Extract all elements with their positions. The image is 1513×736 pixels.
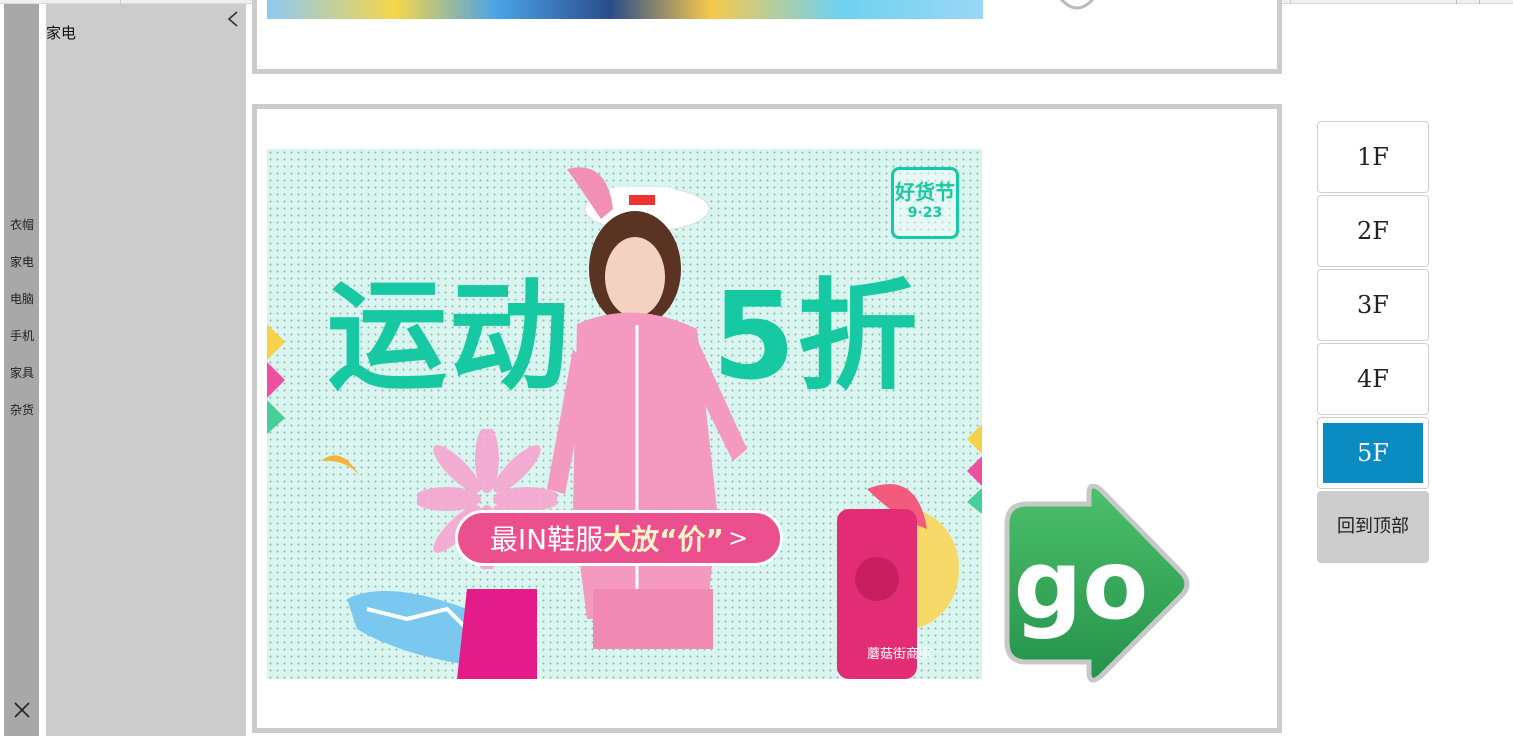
- floor-section-5: 运动 5折 好货节 9·23 最IN鞋服 大放“价” > 蘑菇街商家 go: [252, 104, 1282, 733]
- floor-button-4f[interactable]: 4F: [1317, 343, 1429, 415]
- banner-headline-left: 运动: [327, 268, 571, 407]
- category-sidebar: 衣帽 家电 电脑 手机 家具 杂货: [4, 4, 39, 736]
- floor-banner-image[interactable]: [267, 0, 983, 19]
- category-panel: 家电: [46, 4, 246, 736]
- sidebar-item-groceries[interactable]: 杂货: [10, 401, 34, 418]
- promo-text: 最IN鞋服: [489, 523, 604, 556]
- floor-nav: 1F 2F 3F 4F 5F 回到顶部: [1317, 121, 1429, 563]
- festival-badge: 好货节 9·23: [891, 167, 959, 239]
- badge-title: 好货节: [895, 180, 955, 204]
- tab-divider: [1290, 0, 1291, 4]
- floor-banner-image[interactable]: 运动 5折 好货节 9·23 最IN鞋服 大放“价” > 蘑菇街商家: [267, 149, 982, 679]
- model-figure: [547, 167, 747, 649]
- sidebar-item-clothing[interactable]: 衣帽: [10, 216, 34, 233]
- panel-title: 家电: [46, 24, 77, 42]
- sidebar-item-furniture[interactable]: 家具: [10, 364, 34, 381]
- chevron-right-icon: >: [727, 524, 749, 552]
- floor-button-5f-label: 5F: [1323, 423, 1423, 483]
- close-icon[interactable]: [12, 700, 32, 720]
- go-arrow-icon[interactable]: go: [997, 484, 1193, 684]
- sidebar-item-phones[interactable]: 手机: [10, 327, 34, 344]
- chevron-left-icon[interactable]: [226, 10, 240, 28]
- decorative-swoosh: [321, 455, 359, 475]
- promo-pill[interactable]: 最IN鞋服 大放“价” >: [455, 510, 783, 566]
- floor-button-5f[interactable]: 5F: [1317, 417, 1429, 489]
- floor-button-1f[interactable]: 1F: [1317, 121, 1429, 193]
- sidebar-item-computers[interactable]: 电脑: [10, 290, 34, 307]
- watermark: 蘑菇街商家: [867, 647, 933, 662]
- floor-button-2f[interactable]: 2F: [1317, 195, 1429, 267]
- tab-divider: [1456, 0, 1480, 4]
- badge-date: 9·23: [907, 205, 943, 221]
- floor-button-3f[interactable]: 3F: [1317, 269, 1429, 341]
- sidebar-item-appliances[interactable]: 家电: [10, 253, 34, 270]
- sneaker-bag-image: [347, 589, 537, 679]
- promo-highlight: 大放“价”: [603, 523, 724, 556]
- go-arrow-icon[interactable]: [1057, 0, 1097, 15]
- go-label: go: [1014, 529, 1149, 641]
- decorative-triangles: [267, 324, 285, 434]
- floor-section-4: [252, 0, 1282, 74]
- back-to-top-button[interactable]: 回到顶部: [1317, 491, 1429, 563]
